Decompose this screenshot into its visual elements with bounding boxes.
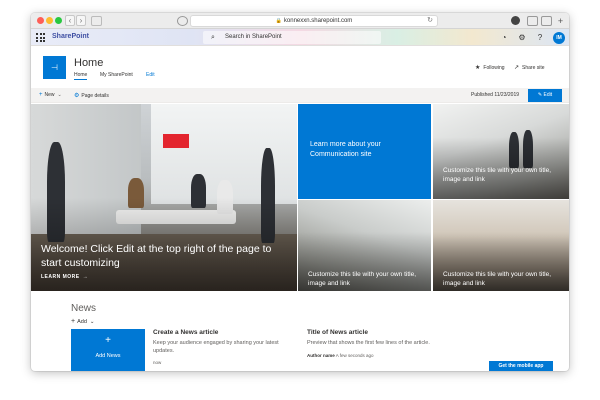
reload-icon[interactable]: ↻: [427, 16, 433, 26]
hero-tile[interactable]: Customize this tile with your own title,…: [433, 200, 569, 291]
suite-bar: SharePoint ⌕ Search in SharePoint ◔ ⚙ ? …: [31, 29, 569, 46]
arrow-right-icon: →: [82, 274, 89, 280]
edit-page-button[interactable]: ✎ Edit: [528, 89, 562, 102]
zoom-window-button[interactable]: [55, 17, 62, 24]
sidebar-toggle-icon[interactable]: [91, 16, 102, 26]
share-icon[interactable]: [527, 16, 538, 26]
app-launcher-icon[interactable]: [36, 33, 45, 42]
page-details-button[interactable]: ⚙ Page details: [74, 92, 109, 99]
close-window-button[interactable]: [37, 17, 44, 24]
downloads-icon[interactable]: [511, 16, 520, 25]
chevron-down-icon: ⌄: [57, 92, 62, 98]
tabs-overview-icon[interactable]: [541, 16, 552, 26]
news-article-meta: now: [153, 360, 162, 365]
published-status: Published 11/23/2019: [471, 92, 520, 98]
share-site-button[interactable]: ↗ Share site: [514, 64, 545, 71]
plus-icon: +: [39, 92, 43, 98]
hero-tile-text: Learn more about your Communication site: [310, 141, 381, 158]
news-article-preview: Keep your audience engaged by sharing yo…: [153, 340, 279, 354]
notifications-bell-icon[interactable]: ◔: [499, 33, 509, 42]
star-icon: ★: [475, 65, 481, 71]
hero-caption: Welcome! Click Edit at the top right of …: [41, 243, 272, 269]
help-icon[interactable]: ?: [535, 33, 545, 42]
address-text: konnexxn.sharepoint.com: [283, 18, 353, 24]
hero-tile-text: Customize this tile with your own title,…: [443, 167, 552, 183]
gear-icon: ⚙: [74, 93, 80, 99]
suite-app-name[interactable]: SharePoint: [52, 33, 89, 40]
nav-item-edit[interactable]: Edit: [146, 72, 155, 78]
add-news-label: Add News: [95, 353, 121, 359]
back-button[interactable]: ‹: [65, 15, 75, 26]
site-title: Home: [74, 57, 104, 69]
news-article-title[interactable]: Create a News article: [153, 329, 298, 336]
browser-window: ‹ › 🔒 konnexxn.sharepoint.com ↻ + SharePo…: [31, 13, 569, 371]
hero-tile[interactable]: Customize this tile with your own title,…: [298, 200, 431, 291]
news-add-button[interactable]: + Add ⌄: [71, 318, 95, 325]
get-mobile-app-button[interactable]: Get the mobile app: [489, 361, 553, 371]
add-news-tile[interactable]: + Add News: [71, 329, 145, 371]
news-article-title[interactable]: Title of News article: [307, 329, 452, 336]
chevron-down-icon: ⌄: [89, 319, 95, 325]
nav-item-my-sharepoint[interactable]: My SharePoint: [100, 72, 133, 78]
search-placeholder: Search in SharePoint: [225, 34, 282, 40]
site-logo[interactable]: ⊣: [43, 56, 66, 79]
following-button[interactable]: ★ Following: [475, 64, 505, 71]
search-icon: ⌕: [211, 34, 215, 41]
hero-tile[interactable]: Customize this tile with your own title,…: [433, 104, 569, 199]
news-article-preview: Preview that shows the first few lines o…: [307, 340, 430, 346]
forward-button[interactable]: ›: [76, 15, 86, 26]
news-article[interactable]: Title of News article Preview that shows…: [307, 329, 452, 358]
hero-tile-text: Customize this tile with your own title,…: [443, 271, 552, 287]
new-tab-icon[interactable]: +: [555, 16, 566, 26]
hero-tile-communication-site[interactable]: Learn more about your Communication site: [298, 104, 431, 199]
news-article-meta: Author name A few seconds ago: [307, 352, 374, 358]
plus-icon: +: [105, 335, 111, 346]
settings-gear-icon[interactable]: ⚙: [517, 33, 527, 42]
hero-tile-text: Customize this tile with your own title,…: [308, 271, 417, 287]
avatar[interactable]: IM: [553, 32, 565, 44]
browser-toolbar: ‹ › 🔒 konnexxn.sharepoint.com ↻ +: [31, 13, 569, 29]
learn-more-link[interactable]: LEARN MORE →: [41, 274, 88, 280]
lock-icon: 🔒: [275, 18, 282, 24]
plus-icon: +: [71, 318, 76, 325]
news-section-title: News: [71, 303, 97, 314]
address-bar[interactable]: 🔒 konnexxn.sharepoint.com ↻: [190, 15, 438, 27]
share-site-icon: ↗: [514, 65, 520, 71]
privacy-report-icon[interactable]: [177, 16, 188, 26]
new-button[interactable]: + New ⌄: [39, 92, 62, 98]
nav-item-home[interactable]: Home: [74, 72, 88, 80]
hero-main-tile[interactable]: Welcome! Click Edit at the top right of …: [31, 104, 297, 291]
search-box[interactable]: ⌕ Search in SharePoint: [203, 31, 381, 44]
news-article[interactable]: Create a News article Keep your audience…: [153, 329, 298, 365]
command-bar: + New ⌄ ⚙ Page details Published 11/23/2019…: [31, 88, 569, 103]
minimize-window-button[interactable]: [46, 17, 53, 24]
